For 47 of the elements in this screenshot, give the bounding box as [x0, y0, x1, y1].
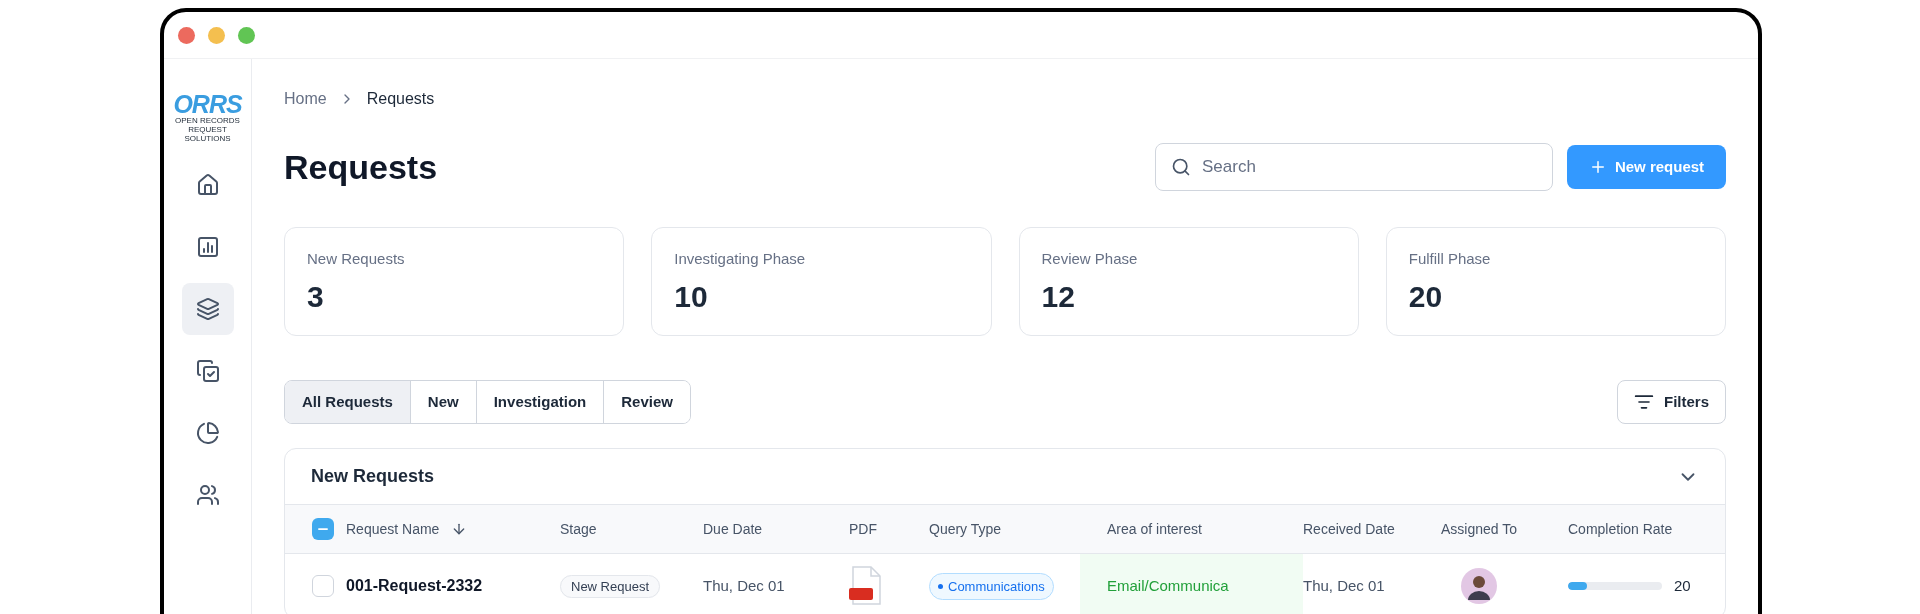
stat-label: Fulfill Phase [1408, 249, 1492, 269]
stat-value: 12 [1041, 278, 1076, 315]
logo[interactable]: ORRS OPEN RECORDS REQUEST SOLUTIONS [165, 92, 250, 143]
stat-label: Review Phase [1041, 249, 1139, 269]
row-checkbox[interactable] [312, 575, 334, 597]
column-header[interactable]: Due Date [703, 518, 763, 540]
completion-rate: 20 [1674, 575, 1691, 596]
request-name[interactable]: 001-Request-2332 [346, 574, 483, 598]
column-header[interactable]: Received Date [1303, 518, 1395, 540]
pie-chart-icon [195, 421, 220, 445]
filter-tab[interactable]: Review [603, 381, 690, 423]
close-button[interactable] [178, 26, 195, 44]
stat-label: Investigating Phase [674, 249, 807, 269]
stat-value: 10 [674, 278, 709, 315]
received-date: Thu, Dec 01 [1303, 577, 1385, 594]
sidebar-item[interactable] [181, 283, 234, 335]
home-icon [195, 173, 220, 197]
column-header[interactable]: Query Type [929, 518, 1002, 540]
users-icon [195, 483, 220, 507]
search-icon [1171, 157, 1191, 177]
breadcrumb-link[interactable]: Home [284, 87, 327, 111]
copy-check-icon [195, 359, 220, 383]
filter-tab[interactable]: All Requests [285, 381, 410, 423]
column-header[interactable]: Completion Rate [1568, 518, 1673, 540]
stage-badge: New Request [560, 575, 661, 598]
due-date: Thu, Dec 01 [703, 577, 785, 594]
breadcrumb-link[interactable]: Requests [366, 87, 435, 111]
search-field[interactable]: Search [1155, 143, 1553, 191]
layers-icon [195, 297, 220, 321]
filter-icon [1634, 392, 1654, 412]
area-of-interest: Email/Communica [1107, 575, 1229, 596]
bar-chart-icon [195, 235, 220, 259]
select-all-checkbox[interactable] [312, 518, 334, 540]
column-header[interactable]: Assigned To [1441, 518, 1517, 540]
column-header[interactable]: PDF [849, 518, 877, 540]
filters-button[interactable]: Filters [1617, 380, 1726, 424]
page-title: Requests [284, 146, 439, 188]
column-header[interactable]: Area of interest [1107, 518, 1202, 540]
stat-value: 3 [307, 278, 325, 315]
avatar [1461, 568, 1497, 604]
query-type-badge: Communications [929, 572, 1054, 601]
column-header[interactable]: Stage [560, 518, 597, 540]
pdf-file-icon[interactable] [849, 566, 883, 606]
stat-label: New Requests [307, 249, 406, 269]
stat-value: 20 [1408, 278, 1444, 315]
table-title: New Requests [311, 465, 435, 488]
column-header[interactable]: Request Name [346, 518, 440, 540]
